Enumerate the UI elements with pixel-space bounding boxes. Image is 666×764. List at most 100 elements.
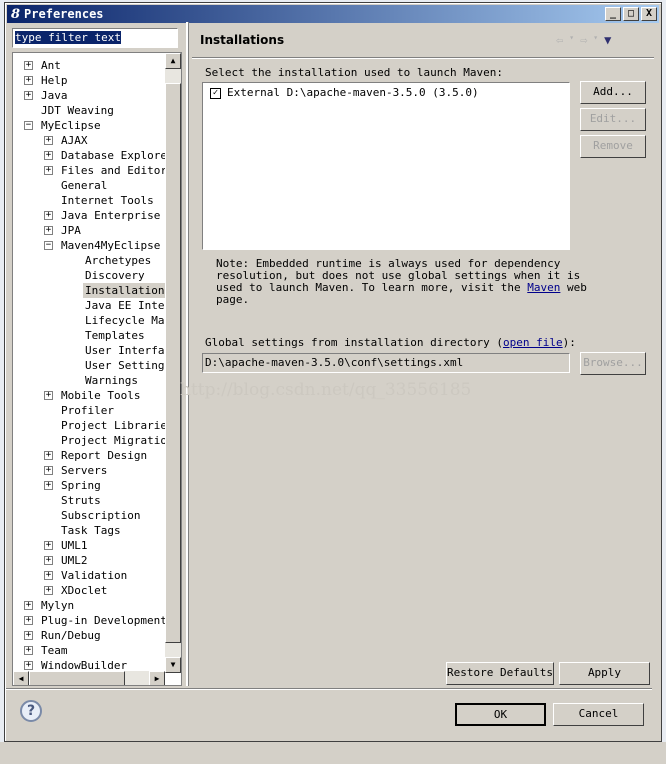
tree-item[interactable]: Team <box>39 643 70 658</box>
expand-icon[interactable]: + <box>44 481 53 490</box>
installation-row[interactable]: ✓ External D:\apache-maven-3.5.0 (3.5.0) <box>210 86 479 99</box>
global-settings-path-field[interactable]: D:\apache-maven-3.5.0\conf\settings.xml <box>202 353 570 373</box>
tree-item[interactable]: UML1 <box>59 538 90 553</box>
expand-icon[interactable]: + <box>44 466 53 475</box>
expand-icon[interactable]: + <box>24 76 33 85</box>
expand-icon[interactable]: + <box>44 391 53 400</box>
help-icon[interactable]: ? <box>20 700 42 722</box>
tree-item[interactable]: JDT Weaving <box>39 103 116 118</box>
tree-item[interactable]: Database Explorer <box>59 148 176 163</box>
tree-item[interactable]: Discovery <box>83 268 147 283</box>
expand-icon[interactable]: + <box>44 226 53 235</box>
horizontal-scrollbar[interactable]: ◀ ▶ <box>13 671 165 685</box>
tree-item[interactable]: Mobile Tools <box>59 388 142 403</box>
background-strip <box>0 742 666 764</box>
maximize-button[interactable]: □ <box>623 7 639 21</box>
hscroll-thumb[interactable] <box>29 671 125 685</box>
scroll-thumb[interactable] <box>165 83 181 643</box>
tree-item[interactable]: Run/Debug <box>39 628 103 643</box>
tree-item[interactable]: Templates <box>83 328 147 343</box>
tree-item[interactable]: Archetypes <box>83 253 153 268</box>
remove-button[interactable]: Remove <box>580 135 646 158</box>
tree-item[interactable]: Subscription <box>59 508 142 523</box>
collapse-icon[interactable]: − <box>44 241 53 250</box>
expand-icon[interactable]: + <box>24 61 33 70</box>
expand-icon[interactable]: + <box>44 451 53 460</box>
tree-item[interactable]: Java <box>39 88 70 103</box>
tree-item[interactable]: Java Enterprise Pr <box>59 208 181 223</box>
tree-item[interactable]: Files and Editors <box>59 163 176 178</box>
note-line: used to launch Maven. To learn more, vis… <box>216 281 528 294</box>
expand-icon[interactable]: + <box>44 151 53 160</box>
expand-icon[interactable]: + <box>44 586 53 595</box>
expand-icon[interactable]: + <box>44 166 53 175</box>
tree-item[interactable]: Profiler <box>59 403 116 418</box>
tree-item[interactable]: Plug-in Development <box>39 613 169 628</box>
expand-icon[interactable]: + <box>44 541 53 550</box>
tree-item[interactable]: Internet Tools <box>59 193 156 208</box>
scroll-left-icon[interactable]: ◀ <box>13 671 29 685</box>
expand-icon[interactable]: + <box>24 616 33 625</box>
scroll-up-icon[interactable]: ▲ <box>165 53 181 69</box>
tree-item[interactable]: General <box>59 178 109 193</box>
minimize-button[interactable]: _ <box>605 7 621 21</box>
tree-item[interactable]: Project Libraries <box>59 418 176 433</box>
expand-icon[interactable]: + <box>44 211 53 220</box>
expand-icon[interactable]: + <box>24 631 33 640</box>
scroll-down-icon[interactable]: ▼ <box>165 657 181 673</box>
back-menu-icon[interactable]: ▾ <box>569 33 574 47</box>
scroll-right-icon[interactable]: ▶ <box>149 671 165 685</box>
splitter[interactable] <box>186 22 189 686</box>
expand-icon[interactable]: + <box>44 571 53 580</box>
tree-item[interactable]: Project Migration <box>59 433 176 448</box>
tree-item[interactable]: Struts <box>59 493 103 508</box>
installations-list[interactable]: ✓ External D:\apache-maven-3.5.0 (3.5.0) <box>202 82 570 250</box>
expand-icon[interactable]: + <box>44 136 53 145</box>
forward-menu-icon[interactable]: ▾ <box>593 33 598 47</box>
collapse-icon[interactable]: − <box>24 121 33 130</box>
page-navigation: ⇦ ▾ ⇨ ▾ ▼ <box>556 33 611 47</box>
view-menu-icon[interactable]: ▼ <box>604 33 611 47</box>
tree-item[interactable]: Maven4MyEclipse <box>59 238 162 253</box>
expand-icon[interactable]: + <box>24 601 33 610</box>
apply-button[interactable]: Apply <box>559 662 650 685</box>
myeclipse-logo-icon: 8 <box>11 6 21 22</box>
tree-item[interactable]: Report Design <box>59 448 149 463</box>
tree-item[interactable]: Help <box>39 73 70 88</box>
tree-item[interactable]: Servers <box>59 463 109 478</box>
tree-item[interactable]: Ant <box>39 58 63 73</box>
cancel-button[interactable]: Cancel <box>553 703 644 726</box>
browse-button[interactable]: Browse... <box>580 352 646 375</box>
edit-button[interactable]: Edit... <box>580 108 646 131</box>
tree-item[interactable]: UML2 <box>59 553 90 568</box>
tree-item[interactable]: Installations <box>83 283 174 298</box>
header-divider <box>192 57 654 59</box>
expand-icon[interactable]: + <box>24 661 33 670</box>
tree-item[interactable]: Task Tags <box>59 523 123 538</box>
checkbox-checked-icon[interactable]: ✓ <box>210 87 221 99</box>
back-arrow-icon[interactable]: ⇦ <box>556 33 563 47</box>
window-title: Preferences <box>24 7 104 21</box>
expand-icon[interactable]: + <box>24 91 33 100</box>
tree-item[interactable]: AJAX <box>59 133 90 148</box>
tree-item[interactable]: Validation <box>59 568 129 583</box>
tree-item[interactable]: XDoclet <box>59 583 109 598</box>
tree-item[interactable]: User Settings <box>83 358 173 373</box>
forward-arrow-icon[interactable]: ⇨ <box>580 33 587 47</box>
tree-item[interactable]: Mylyn <box>39 598 76 613</box>
tree-item[interactable]: Spring <box>59 478 103 493</box>
tree-item[interactable]: MyEclipse <box>39 118 103 133</box>
maven-link[interactable]: Maven <box>527 281 560 294</box>
ok-button[interactable]: OK <box>455 703 546 726</box>
tree-item[interactable]: Warnings <box>83 373 140 388</box>
close-button[interactable]: X <box>641 7 657 21</box>
title-bar: 8 Preferences _ □ X <box>7 5 659 23</box>
open-file-link[interactable]: open file <box>503 336 563 349</box>
expand-icon[interactable]: + <box>44 556 53 565</box>
restore-defaults-button[interactable]: Restore Defaults <box>446 662 554 685</box>
add-button[interactable]: Add... <box>580 81 646 104</box>
tree-item[interactable]: JPA <box>59 223 83 238</box>
vertical-scrollbar[interactable]: ▲ ▼ <box>165 53 181 673</box>
filter-input[interactable]: type filter text <box>12 28 178 48</box>
expand-icon[interactable]: + <box>24 646 33 655</box>
